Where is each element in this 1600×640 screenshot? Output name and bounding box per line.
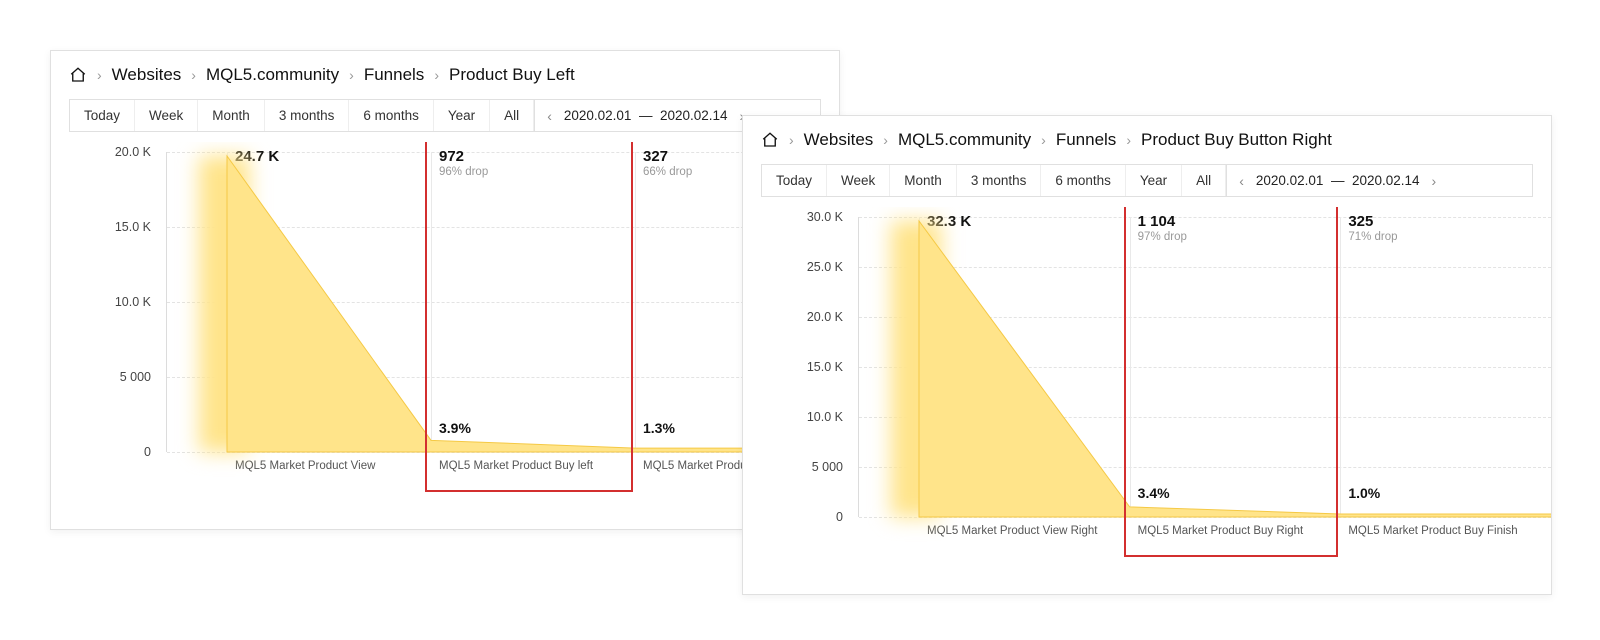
- range-year[interactable]: Year: [434, 100, 490, 131]
- y-tick: 5 000: [51, 370, 161, 384]
- chevron-right-icon: ›: [1126, 132, 1131, 148]
- plot-area: 32.3 KMQL5 Market Product View Right1 10…: [858, 217, 1551, 517]
- range-all[interactable]: All: [490, 100, 534, 131]
- range-month[interactable]: Month: [198, 100, 265, 131]
- crumb-current: Product Buy Left: [449, 65, 575, 85]
- x-axis-label: MQL5 Market Produ: [643, 460, 747, 472]
- y-tick: 0: [743, 510, 853, 524]
- crumb-funnels[interactable]: Funnels: [364, 65, 424, 85]
- y-tick: 30.0 K: [743, 210, 853, 224]
- chevron-left-icon[interactable]: ‹: [1233, 173, 1250, 189]
- chevron-right-icon: ›: [191, 67, 196, 83]
- y-axis: 20.0 K15.0 K10.0 K5 0000: [51, 152, 161, 452]
- time-range-bar: Today Week Month 3 months 6 months Year …: [69, 99, 821, 132]
- date-range-picker[interactable]: ‹ 2020.02.01 — 2020.02.14 ›: [1226, 165, 1448, 196]
- breadcrumb: › Websites › MQL5.community › Funnels › …: [743, 116, 1551, 160]
- breadcrumb: › Websites › MQL5.community › Funnels › …: [51, 51, 839, 95]
- date-range-text: 2020.02.01 — 2020.02.14: [558, 108, 734, 123]
- home-icon[interactable]: [69, 66, 87, 84]
- chevron-right-icon: ›: [789, 132, 794, 148]
- plot-area: 24.7 KMQL5 Market Product View97296% dro…: [166, 152, 839, 452]
- range-month[interactable]: Month: [890, 165, 957, 196]
- y-tick: 15.0 K: [743, 360, 853, 374]
- chevron-right-icon: ›: [883, 132, 888, 148]
- range-today[interactable]: Today: [70, 100, 135, 131]
- range-all[interactable]: All: [1182, 165, 1226, 196]
- crumb-current: Product Buy Button Right: [1141, 130, 1332, 150]
- crumb-site[interactable]: MQL5.community: [898, 130, 1031, 150]
- range-3months[interactable]: 3 months: [265, 100, 350, 131]
- range-week[interactable]: Week: [827, 165, 890, 196]
- range-3months[interactable]: 3 months: [957, 165, 1042, 196]
- panel-left: › Websites › MQL5.community › Funnels › …: [50, 50, 840, 530]
- chevron-left-icon[interactable]: ‹: [541, 108, 558, 124]
- chevron-right-icon: ›: [97, 67, 102, 83]
- date-range-text: 2020.02.01 — 2020.02.14: [1250, 173, 1426, 188]
- panel-right: › Websites › MQL5.community › Funnels › …: [742, 115, 1552, 595]
- range-6months[interactable]: 6 months: [349, 100, 434, 131]
- crumb-websites[interactable]: Websites: [804, 130, 874, 150]
- x-axis-label: MQL5 Market Product Buy left: [439, 460, 593, 472]
- home-icon[interactable]: [761, 131, 779, 149]
- range-week[interactable]: Week: [135, 100, 198, 131]
- y-axis: 30.0 K25.0 K20.0 K15.0 K10.0 K5 0000: [743, 217, 853, 517]
- chevron-right-icon: ›: [434, 67, 439, 83]
- range-today[interactable]: Today: [762, 165, 827, 196]
- date-range-picker[interactable]: ‹ 2020.02.01 — 2020.02.14 ›: [534, 100, 756, 131]
- funnel-chart: 30.0 K 25.0 K 20.0 K 15.0 K 10.0 K 5 000 0 32.…: [743, 207, 1551, 577]
- time-range-bar: Today Week Month 3 months 6 months Year …: [761, 164, 1533, 197]
- crumb-funnels[interactable]: Funnels: [1056, 130, 1116, 150]
- y-tick: 5 000: [743, 460, 853, 474]
- x-axis-label: MQL5 Market Product Buy Right: [1138, 525, 1304, 537]
- chevron-right-icon: ›: [1041, 132, 1046, 148]
- y-tick: 20.0 K: [743, 310, 853, 324]
- y-tick: 15.0 K: [51, 220, 161, 234]
- y-tick: 0: [51, 445, 161, 459]
- range-6months[interactable]: 6 months: [1041, 165, 1126, 196]
- crumb-site[interactable]: MQL5.community: [206, 65, 339, 85]
- funnel-chart: 20.0 K 15.0 K 10.0 K 5 000 0 24.7 KMQL5 Mark…: [51, 142, 839, 512]
- x-axis-label: MQL5 Market Product Buy Finish: [1348, 525, 1517, 537]
- chevron-right-icon: ›: [349, 67, 354, 83]
- y-tick: 25.0 K: [743, 260, 853, 274]
- y-tick: 20.0 K: [51, 145, 161, 159]
- range-year[interactable]: Year: [1126, 165, 1182, 196]
- crumb-websites[interactable]: Websites: [112, 65, 182, 85]
- x-axis-label: MQL5 Market Product View Right: [927, 525, 1097, 537]
- chevron-right-icon[interactable]: ›: [1426, 173, 1443, 189]
- x-axis-label: MQL5 Market Product View: [235, 460, 375, 472]
- y-tick: 10.0 K: [51, 295, 161, 309]
- y-tick: 10.0 K: [743, 410, 853, 424]
